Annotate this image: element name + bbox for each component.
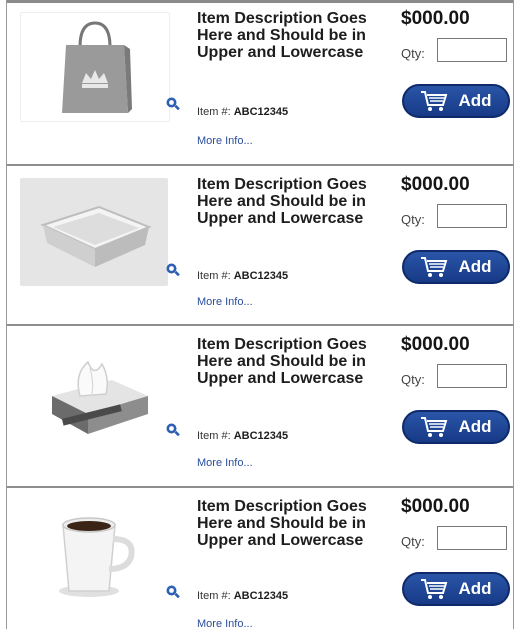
product-row: Item Description Goes Here and Should be…: [7, 0, 513, 160]
shopping-bag-icon: [62, 21, 132, 113]
product-list: Item Description Goes Here and Should be…: [6, 0, 514, 629]
zoom-icon[interactable]: [165, 584, 181, 600]
more-info-link[interactable]: More Info...: [197, 618, 253, 629]
add-to-cart-button[interactable]: Add: [402, 84, 510, 118]
item-number-value: ABC12345: [233, 590, 289, 602]
item-number-label: Item #:: [197, 270, 234, 282]
qty-label: Qty:: [401, 372, 425, 387]
more-info-link[interactable]: More Info...: [197, 135, 253, 147]
qty-label: Qty:: [401, 46, 425, 61]
add-button-label: Add: [458, 579, 492, 598]
product-row: Item Description Goes Here and Should be…: [7, 166, 513, 326]
product-description: Item Description Goes Here and Should be…: [197, 498, 367, 549]
add-button-label: Add: [458, 91, 492, 110]
item-number-value: ABC12345: [233, 270, 289, 282]
cart-icon: [421, 257, 448, 277]
product-price: $000.00: [401, 8, 470, 29]
qty-input[interactable]: [437, 364, 507, 388]
item-number: Item #: ABC12345: [197, 430, 288, 442]
tissue-box-icon: [52, 360, 148, 434]
qty-input[interactable]: [437, 204, 507, 228]
qty-label: Qty:: [401, 534, 425, 549]
product-description: Item Description Goes Here and Should be…: [197, 10, 367, 61]
zoom-icon[interactable]: [165, 422, 181, 438]
more-info-link[interactable]: More Info...: [197, 457, 253, 469]
cart-icon: [421, 91, 448, 111]
item-number: Item #: ABC12345: [197, 270, 288, 282]
item-number-label: Item #:: [197, 590, 234, 602]
product-row: Item Description Goes Here and Should be…: [7, 326, 513, 486]
item-number-label: Item #:: [197, 430, 234, 442]
cart-icon: [421, 417, 448, 437]
coffee-mug-icon: [59, 517, 135, 597]
foil-tray-icon: [40, 205, 152, 267]
cart-icon: [421, 579, 448, 599]
add-button-label: Add: [458, 417, 492, 436]
product-description: Item Description Goes Here and Should be…: [197, 176, 367, 227]
product-image[interactable]: [20, 178, 168, 286]
zoom-icon[interactable]: [165, 262, 181, 278]
product-description: Item Description Goes Here and Should be…: [197, 336, 367, 387]
item-number-label: Item #:: [197, 106, 234, 118]
add-to-cart-button[interactable]: Add: [402, 572, 510, 606]
add-button-label: Add: [458, 257, 492, 276]
zoom-icon[interactable]: [165, 96, 181, 112]
item-number-value: ABC12345: [233, 430, 289, 442]
item-number: Item #: ABC12345: [197, 106, 288, 118]
item-number: Item #: ABC12345: [197, 590, 288, 602]
product-image[interactable]: [20, 12, 170, 122]
more-info-link[interactable]: More Info...: [197, 296, 253, 308]
add-to-cart-button[interactable]: Add: [402, 410, 510, 444]
product-price: $000.00: [401, 496, 470, 517]
add-to-cart-button[interactable]: Add: [402, 250, 510, 284]
qty-input[interactable]: [437, 526, 507, 550]
qty-label: Qty:: [401, 212, 425, 227]
item-number-value: ABC12345: [233, 106, 289, 118]
product-price: $000.00: [401, 334, 470, 355]
product-row: Item Description Goes Here and Should be…: [7, 488, 513, 629]
qty-input[interactable]: [437, 38, 507, 62]
product-image[interactable]: [20, 500, 170, 610]
product-price: $000.00: [401, 174, 470, 195]
product-image[interactable]: [20, 338, 170, 448]
